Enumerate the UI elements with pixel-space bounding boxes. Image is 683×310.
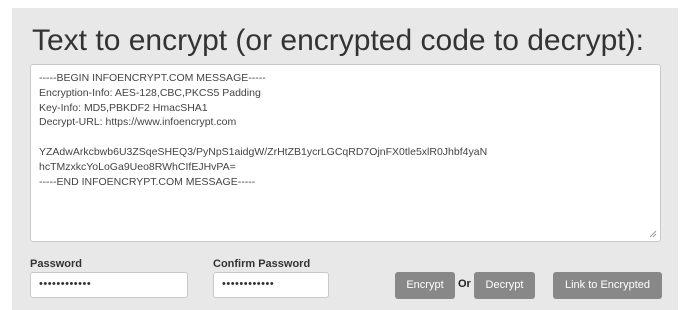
message-line: Decrypt-URL: https://www.infoencrypt.com xyxy=(39,116,237,129)
message-textarea[interactable]: -----BEGIN INFOENCRYPT.COM MESSAGE----- E… xyxy=(30,64,661,242)
password-input[interactable]: •••••••••••• xyxy=(30,272,188,298)
message-line: -----BEGIN INFOENCRYPT.COM MESSAGE----- xyxy=(39,72,266,84)
password-label: Password xyxy=(30,258,82,270)
message-line: -----END INFOENCRYPT.COM MESSAGE----- xyxy=(39,175,256,188)
message-line xyxy=(39,130,652,145)
message-line: Encryption-Info: AES-128,CBC,PKCS5 Paddi… xyxy=(39,86,261,99)
message-line: hcTMzxkcYoLoGa9Ueo8RWhCIfEJHvPA= xyxy=(39,160,236,173)
link-to-encrypted-button[interactable]: Link to Encrypted xyxy=(553,272,662,299)
confirm-password-input[interactable]: •••••••••••• xyxy=(213,272,329,298)
page-title: Text to encrypt (or encrypted code to de… xyxy=(32,24,644,57)
encrypt-button[interactable]: Encrypt xyxy=(395,272,455,299)
resize-grip-icon[interactable] xyxy=(649,230,657,238)
message-line: YZAdwArkcbwb6U3ZSqeSHEQ3/PyNpS1aidgW/ZrH… xyxy=(39,145,488,158)
encrypt-panel: Text to encrypt (or encrypted code to de… xyxy=(12,8,678,310)
message-line: Key-Info: MD5,PBKDF2 HmacSHA1 xyxy=(39,101,208,114)
decrypt-button[interactable]: Decrypt xyxy=(474,272,535,299)
or-label: Or xyxy=(458,278,471,290)
confirm-password-label: Confirm Password xyxy=(213,258,311,270)
